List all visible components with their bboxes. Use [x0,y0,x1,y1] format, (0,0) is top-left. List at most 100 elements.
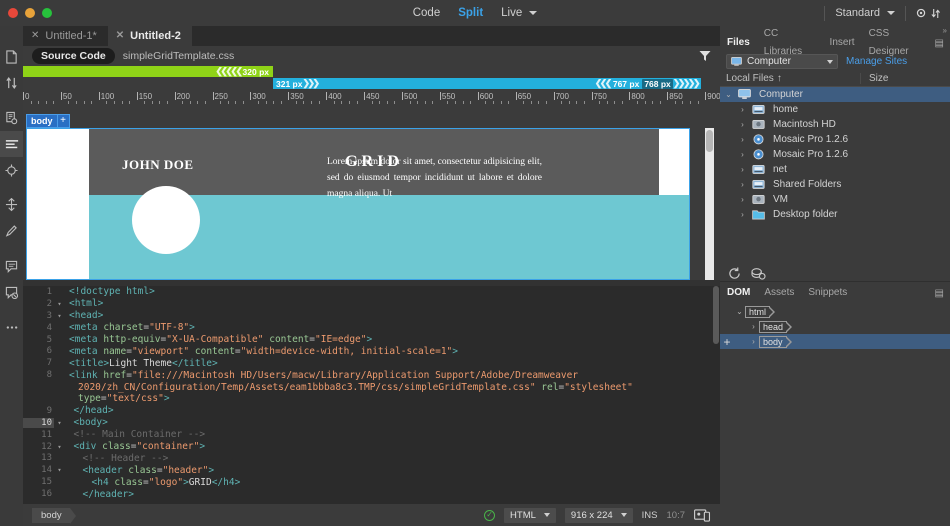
manage-sites-link[interactable]: Manage Sites [846,56,907,67]
code-lines[interactable]: 1 <!doctype html> 2 ▾ <html> 3 ▾ <head> 4 <meta c… [23,286,720,500]
file-tree-row[interactable]: › Shared Folders [720,177,950,192]
code-line[interactable]: 3 ▾ <head> [23,310,720,322]
source-code-button[interactable]: Source Code [32,48,115,64]
code-line[interactable]: 14 ▾ <header class="header"> [23,464,720,476]
breakpoint-bar-321-768[interactable]: 321 px ❯❯❯ ❮❮❮ 767 px 768 px ❯❯❯❯❯ [273,78,701,89]
window-size-select[interactable]: 916 x 224 [564,507,633,523]
chevron-right-icon[interactable]: › [738,120,747,129]
panel-menu-icon[interactable]: ▤ [935,288,950,299]
close-icon[interactable]: ✕ [116,31,124,41]
expand-collapse-icon[interactable] [0,192,23,218]
chevron-right-icon[interactable]: › [748,322,759,331]
code-fold-toggle[interactable]: ▾ [54,312,65,320]
chevron-right-icon[interactable]: › [748,337,759,346]
dom-tree-row[interactable]: › head [720,319,950,334]
workspace-chevron-down-icon[interactable] [887,11,895,15]
maximize-window-button[interactable] [42,8,52,18]
file-management-icon[interactable] [0,44,23,70]
code-view-scrollbar[interactable] [712,286,720,504]
add-comment-icon[interactable] [0,253,23,279]
element-quick-tag-body[interactable]: body + [26,113,70,128]
format-source-code-icon[interactable] [0,131,23,157]
design-view-scrollbar[interactable] [705,128,714,280]
panel-tab-insert[interactable]: Insert [823,34,862,52]
code-fold-toggle[interactable]: ▾ [54,466,65,474]
panel-tab-files[interactable]: Files [720,34,757,52]
file-tree-row[interactable]: › Mosaic Pro 1.2.6 [720,147,950,162]
related-file-css[interactable]: simpleGridTemplate.css [123,50,234,62]
validation-ok-icon[interactable]: ✓ [484,509,496,521]
chevron-right-icon[interactable]: › [738,135,747,144]
file-tree-row[interactable]: › Mosaic Pro 1.2.6 [720,132,950,147]
view-mode-code[interactable]: Code [413,7,441,19]
code-line[interactable]: 16 </header> [23,488,720,500]
dom-tab-dom[interactable]: DOM [720,284,757,302]
file-tree-row[interactable]: ⌄ Computer [720,87,950,102]
code-line[interactable]: 2020/zh_CN/Configuration/Temp/Assets/eam… [23,381,720,393]
horizontal-ruler[interactable]: 0 50 100 150 200 250 300 350 400 450 500 550 600 650 7… [23,92,720,105]
column-size[interactable]: Size [860,73,888,84]
dom-tree[interactable]: ⌄ html › head + › body [720,304,950,349]
chevron-right-icon[interactable]: › [738,150,747,159]
code-fold-toggle[interactable]: ▾ [54,443,65,451]
code-view-scroll-thumb[interactable] [713,286,719,344]
filter-icon[interactable] [699,50,711,62]
dom-tree-row[interactable]: ⌄ html [720,304,950,319]
close-window-button[interactable] [8,8,18,18]
code-fold-toggle[interactable]: ▾ [54,300,65,308]
design-view-scroll-thumb[interactable] [706,130,713,152]
tag-breadcrumb-body[interactable]: body [32,507,76,524]
file-tree-row[interactable]: › Desktop folder [720,207,950,222]
file-tree-row[interactable]: › Macintosh HD [720,117,950,132]
workspace-label[interactable]: Standard [835,7,880,19]
minimize-window-button[interactable] [25,8,35,18]
chevron-right-icon[interactable]: › [738,180,747,189]
code-line[interactable]: 10 ▾ <body> [23,417,720,429]
chevron-down-icon[interactable]: ⌄ [734,307,745,316]
doc-type-select[interactable]: HTML [504,507,556,523]
chevron-right-icon[interactable]: › [738,210,747,219]
breakpoint-bar-320[interactable]: ❮❮❮❮❮ 320 px [23,66,273,77]
more-options-icon[interactable] [0,314,23,340]
code-line[interactable]: 2 ▾ <html> [23,298,720,310]
code-view[interactable]: 1 <!doctype html> 2 ▾ <html> 3 ▾ <head> 4 <meta c… [23,286,720,504]
code-line[interactable]: 6 <meta name="viewport" content="width=de… [23,345,720,357]
code-line[interactable]: 1 <!doctype html> [23,286,720,298]
site-select[interactable]: Computer [726,54,838,69]
column-local-files[interactable]: Local Files ↑ [720,73,860,84]
apply-comment-icon[interactable] [0,218,23,244]
view-mode-split[interactable]: Split [458,7,483,19]
preferences-button[interactable] [916,7,950,20]
file-tree-row[interactable]: › home [720,102,950,117]
file-search-icon[interactable] [0,105,23,131]
chevron-down-icon[interactable]: ⌄ [724,90,733,99]
dom-tree-row[interactable]: + › body [720,334,950,349]
code-line[interactable]: 13 <!-- Header --> [23,452,720,464]
code-line[interactable]: 7 <title>Light Theme</title> [23,357,720,369]
file-tree-row[interactable]: › net [720,162,950,177]
dom-tab-assets[interactable]: Assets [757,284,801,302]
rendered-page[interactable]: GRID JOHN DOE Lorem ipsum dolor sit amet… [26,128,690,280]
code-line[interactable]: 5 <meta http-equiv="X-UA-Compatible" cont… [23,334,720,346]
panel-menu-icon[interactable]: ▤ [935,38,950,49]
code-line[interactable]: 4 <meta charset="UTF-8"> [23,322,720,334]
add-element-icon[interactable]: + [720,335,734,349]
connect-remote-icon[interactable] [751,267,766,280]
document-tab-untitled-2[interactable]: ✕ Untitled-2 [107,26,192,46]
device-preview-icon[interactable] [694,508,711,522]
target-selector-icon[interactable] [0,157,23,183]
file-tree-row[interactable]: › VM [720,192,950,207]
chevron-right-icon[interactable]: › [738,105,747,114]
chevron-right-icon[interactable]: › [738,165,747,174]
refresh-icon[interactable] [728,267,741,280]
file-tree[interactable]: ⌄ Computer › home › Macintosh HD › Mosaic Pro 1… [720,87,950,265]
add-element-plus-icon[interactable]: + [57,113,70,128]
document-tab-untitled-1[interactable]: ✕ Untitled-1* [23,26,108,46]
code-line[interactable]: type="text/css"> [23,393,720,405]
code-line[interactable]: 9 </head> [23,405,720,417]
code-line[interactable]: 12 ▾ <div class="container"> [23,441,720,453]
chevron-right-icon[interactable]: › [738,195,747,204]
code-line[interactable]: 15 <h4 class="logo">GRID</h4> [23,476,720,488]
remove-comment-icon[interactable] [0,279,23,305]
code-line[interactable]: 8 <link href="file:///Macintosh HD/Users/… [23,369,720,381]
